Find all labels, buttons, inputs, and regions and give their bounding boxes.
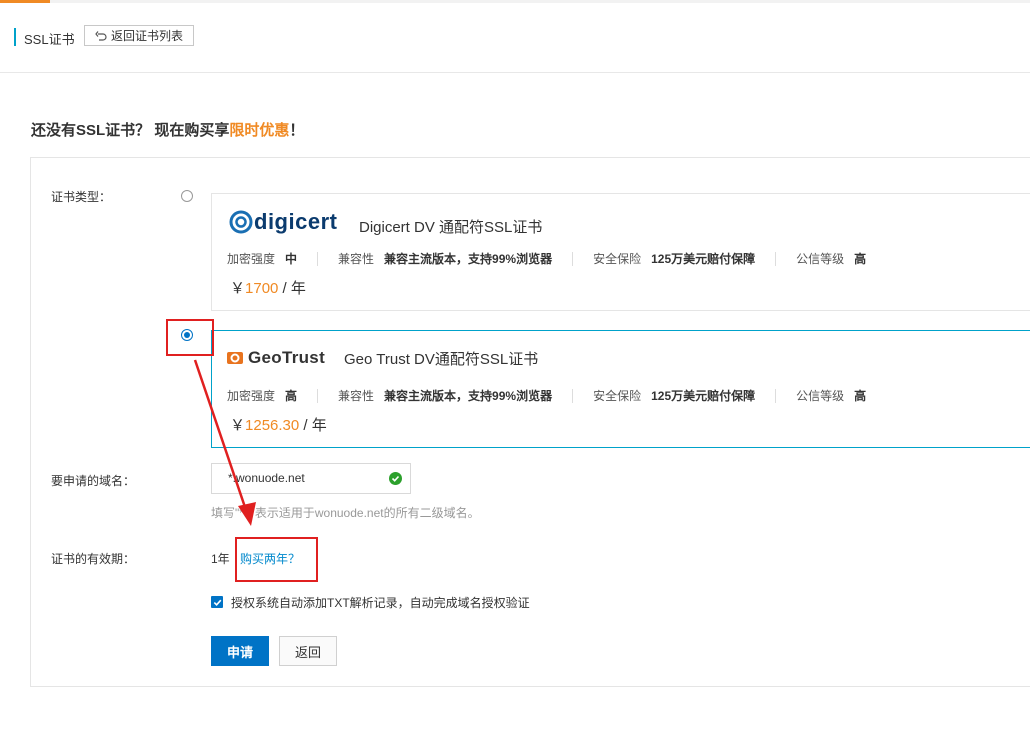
cert-type-label: 证书类型： <box>51 190 112 204</box>
promo-text: 还没有SSL证书？ 现在购买享 <box>31 122 230 139</box>
title-marker <box>14 28 16 46</box>
divider <box>775 388 777 403</box>
cert-price: ￥1700 / 年 <box>230 277 306 298</box>
geotrust-icon <box>227 352 243 364</box>
promo-suffix: ！ <box>289 122 305 139</box>
geotrust-logo-text: GeoTrust <box>248 348 326 367</box>
spec-value: 125万美元赔付保障 <box>651 389 756 403</box>
divider <box>317 388 319 403</box>
spec-value: 中 <box>285 252 298 266</box>
spec-key: 公信等级 <box>796 389 845 403</box>
spec-key: 兼容性 <box>338 252 375 266</box>
validity-value: 1年 <box>211 552 230 566</box>
digicert-icon <box>229 210 253 234</box>
spec-key: 安全保险 <box>593 389 642 403</box>
cert-card-digicert[interactable]: digicert Digicert DV 通配符SSL证书 加密强度中 兼容性兼… <box>211 193 1030 311</box>
spec-encryption: 加密强度高 <box>227 387 297 404</box>
undo-icon <box>95 30 107 41</box>
annotation-box-link <box>235 537 318 582</box>
spec-key: 兼容性 <box>338 389 375 403</box>
auto-txt-label[interactable]: 授权系统自动添加TXT解析记录，自动完成域名授权验证 <box>231 594 530 611</box>
back-to-list-label: 返回证书列表 <box>110 29 183 43</box>
back-to-list-button[interactable]: 返回证书列表 <box>84 25 194 46</box>
currency-symbol: ￥ <box>230 417 246 434</box>
spec-insurance: 安全保险 125万美元赔付保障 <box>593 387 755 404</box>
auto-txt-checkbox[interactable] <box>211 596 223 608</box>
spec-value: 125万美元赔付保障 <box>651 252 756 266</box>
cert-radio-digicert[interactable] <box>181 190 193 202</box>
spec-compat: 兼容性 兼容主流版本，支持99%浏览器 <box>338 250 552 267</box>
divider <box>775 251 777 266</box>
price-value: 1256.30 <box>245 417 300 434</box>
spec-key: 公信等级 <box>796 252 845 266</box>
apply-button[interactable]: 申请 <box>211 636 269 666</box>
digicert-logo: digicert <box>228 209 337 235</box>
page-header: SSL证书 返回证书列表 <box>0 0 1030 73</box>
validity-label: 证书的有效期： <box>51 552 136 566</box>
price-value: 1700 <box>245 280 279 297</box>
cert-price: ￥1256.30 / 年 <box>230 414 327 435</box>
spec-key: 安全保险 <box>593 252 642 266</box>
spec-encryption: 加密强度中 <box>227 250 297 267</box>
cert-specs: 加密强度中 兼容性 兼容主流版本，支持99%浏览器 安全保险 125万美元赔付保障 … <box>227 250 866 267</box>
cert-card-geotrust[interactable]: GeoTrust Geo Trust DV通配符SSL证书 加密强度高 兼容性兼… <box>211 330 1030 448</box>
spec-trust: 公信等级高 <box>796 250 866 267</box>
cert-name: Digicert DV 通配符SSL证书 <box>359 219 543 236</box>
spec-compat: 兼容性 兼容主流版本，支持99%浏览器 <box>338 387 552 404</box>
promo-highlight: 限时优惠 <box>229 122 290 139</box>
checkmark-icon <box>213 599 221 606</box>
digicert-logo-text: digicert <box>254 209 338 234</box>
spec-value: 高 <box>854 389 867 403</box>
spec-trust: 公信等级高 <box>796 387 866 404</box>
page-title: SSL证书 <box>24 32 75 47</box>
geotrust-logo: GeoTrust <box>227 348 325 368</box>
divider <box>572 388 574 403</box>
domain-input[interactable]: *.wonuode.net <box>211 463 411 494</box>
spec-key: 加密强度 <box>227 252 276 266</box>
cert-specs: 加密强度高 兼容性 兼容主流版本，支持99%浏览器 安全保险 125万美元赔付保障 … <box>227 387 866 404</box>
promo-heading: 还没有SSL证书？ 现在购买享限时优惠！ <box>31 119 304 140</box>
currency-symbol: ￥ <box>230 280 246 297</box>
spec-insurance: 安全保险 125万美元赔付保障 <box>593 250 755 267</box>
spec-value: 高 <box>285 389 298 403</box>
spec-value: 高 <box>854 252 867 266</box>
divider <box>317 251 319 266</box>
back-button[interactable]: 返回 <box>279 636 337 666</box>
cert-name: Geo Trust DV通配符SSL证书 <box>344 351 539 368</box>
spec-key: 加密强度 <box>227 389 276 403</box>
annotation-box-radio <box>166 319 214 356</box>
domain-label: 要申请的域名： <box>51 474 136 488</box>
spec-value: 兼容主流版本，支持99%浏览器 <box>384 389 553 403</box>
price-unit: / 年 <box>299 417 327 434</box>
domain-hint: 填写"*." 表示适用于wonuode.net的所有二级域名。 <box>211 506 480 520</box>
check-circle-icon <box>389 472 402 485</box>
spec-value: 兼容主流版本，支持99%浏览器 <box>384 252 553 266</box>
price-unit: / 年 <box>278 280 306 297</box>
divider <box>572 251 574 266</box>
